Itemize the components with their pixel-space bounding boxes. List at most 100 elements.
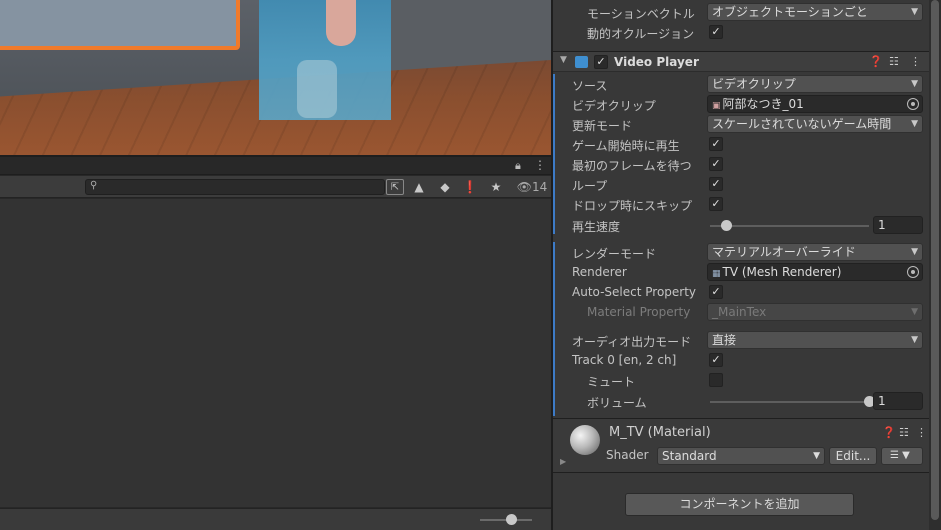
video-clip-icon: ▣ [712,101,721,111]
dynamic-occlusion-label: 動的オクルージョン [587,27,695,41]
scrollbar-thumb[interactable] [931,0,939,520]
mute-row: ミュート [553,370,929,390]
hierarchy-panel: 🔒︎ ⋮ ⚲ ⇱ ▲ ◆ ❗ ★ 👁︎14 [0,157,551,530]
volume-label: ボリューム [587,396,647,410]
motion-vector-dropdown[interactable]: オブジェクトモーションごと ▼ [707,3,923,21]
mesh-renderer-icon: ▦ [712,269,721,279]
source-row: ソース ビデオクリップ ▼ [553,74,929,94]
dynamic-occlusion-row: 動的オクルージョン ✓ [553,22,929,42]
edit-shader-button[interactable]: Edit... [829,447,877,465]
fold-triangle-icon[interactable]: ▼ [560,55,567,65]
search-input[interactable]: ⚲ [85,179,385,195]
loop-label: ループ [572,179,608,193]
chevron-down-icon: ▼ [911,119,918,129]
playback-speed-slider[interactable] [710,225,869,227]
audio-output-label: オーディオ出力モード [572,335,692,349]
audio-output-row: オーディオ出力モード 直接 ▼ [553,330,929,350]
video-clip-value: 阿部なつき_01 [722,97,804,111]
playback-speed-label: 再生速度 [572,220,621,234]
selected-tv-object[interactable] [0,0,240,50]
playback-speed-input[interactable]: 1 [873,216,923,234]
video-player-icon [575,56,588,68]
add-component-button[interactable]: コンポーネントを追加 [625,493,854,516]
dynamic-occlusion-checkbox[interactable]: ✓ [709,25,723,39]
material-property-label: Material Property [587,305,691,319]
object-picker-icon[interactable] [907,266,919,278]
motion-vector-row: モーションベクトル オブジェクトモーションごと ▼ [553,2,929,22]
source-dropdown[interactable]: ビデオクリップ ▼ [707,75,923,93]
playback-speed-row: 再生速度 1 [553,215,929,235]
shader-dropdown[interactable]: Standard ▼ [657,447,825,465]
presets-icon[interactable]: ☷ [899,426,909,439]
panel-content[interactable] [0,199,551,507]
auto-select-checkbox[interactable]: ✓ [709,285,723,299]
volume-input[interactable]: 1 [873,392,923,410]
audio-output-value: 直接 [712,333,737,347]
tag-icon[interactable]: ◆ [436,179,454,195]
panel-footer [0,508,551,530]
play-on-awake-checkbox[interactable]: ✓ [709,137,723,151]
material-property-dropdown: _MainTex ▼ [707,303,923,321]
update-mode-dropdown[interactable]: スケールされていないゲーム時間 ▼ [707,115,923,133]
shader-value: Standard [662,449,717,463]
material-property-value: _MainTex [712,305,767,319]
kebab-menu-icon[interactable]: ⋮ [910,55,921,68]
material-property-row: Material Property _MainTex ▼ [553,302,929,322]
object-picker-icon[interactable] [907,98,919,110]
loop-checkbox[interactable]: ✓ [709,177,723,191]
auto-select-row: Auto-Select Property ✓ [553,282,929,302]
scene-pick-icon[interactable]: ⇱ [386,179,404,195]
skip-on-drop-checkbox[interactable]: ✓ [709,197,723,211]
source-value: ビデオクリップ [712,77,796,91]
render-mode-dropdown[interactable]: マテリアルオーバーライド ▼ [707,243,923,261]
play-on-awake-row: ゲーム開始時に再生 ✓ [553,134,929,154]
video-clip-label: ビデオクリップ [572,99,656,113]
skip-on-drop-row: ドロップ時にスキップ ✓ [553,194,929,214]
update-mode-label: 更新モード [572,119,633,133]
mute-label: ミュート [587,375,636,389]
zoom-slider-handle[interactable] [506,514,517,525]
help-icon[interactable]: ❓ [869,55,883,68]
shader-list-button[interactable]: ☰ ▼ [881,447,923,465]
video-player-header[interactable]: ▼ ✓ Video Player ❓ ☷ ⋮ [553,51,929,72]
kebab-menu-icon[interactable]: ⋮ [916,426,927,439]
chevron-down-icon: ▼ [911,79,918,89]
track-label: Track 0 [en, 2 ch] [572,353,677,367]
renderer-label: Renderer [572,265,627,279]
loop-row: ループ ✓ [553,174,929,194]
expand-triangle-icon[interactable]: ▶ [560,457,566,466]
help-icon[interactable]: ❓ [882,426,896,439]
scene-view[interactable] [0,0,551,156]
video-clip-field[interactable]: ▣ 阿部なつき_01 [707,95,923,113]
track-checkbox[interactable]: ✓ [709,353,723,367]
update-mode-row: 更新モード スケールされていないゲーム時間 ▼ [553,114,929,134]
playback-speed-slider-handle[interactable] [720,220,732,231]
track-row: Track 0 [en, 2 ch] ✓ [553,350,929,370]
lock-icon[interactable]: 🔒︎ [515,159,521,173]
audio-output-dropdown[interactable]: 直接 ▼ [707,331,923,349]
material-title: M_TV (Material) [609,425,711,440]
kebab-menu-icon[interactable]: ⋮ [534,158,546,172]
volume-row: ボリューム 1 [553,391,929,411]
wait-first-frame-checkbox[interactable]: ✓ [709,157,723,171]
visibility-count[interactable]: 👁︎14 [512,179,552,195]
star-icon[interactable]: ★ [487,179,505,195]
video-player-title: Video Player [614,55,699,69]
filter-by-type-icon[interactable]: ▲ [410,179,428,195]
mute-checkbox[interactable] [709,373,723,387]
renderer-field[interactable]: ▦ TV (Mesh Renderer) [707,263,923,281]
source-label: ソース [572,79,608,93]
material-section: ▶ M_TV (Material) ❓ ☷ ⋮ Shader Standard … [553,418,929,473]
eye-icon: 👁︎ [516,180,532,194]
presets-icon[interactable]: ☷ [889,55,899,68]
motion-vector-value: オブジェクトモーションごと [712,5,868,19]
inspector-scrollbar[interactable] [929,0,941,530]
video-player-enabled-checkbox[interactable]: ✓ [594,55,608,69]
render-mode-row: レンダーモード マテリアルオーバーライド ▼ [553,242,929,262]
warning-icon[interactable]: ❗ [461,179,479,195]
chevron-down-icon: ▼ [911,247,918,257]
chevron-down-icon: ▼ [911,307,918,317]
chevron-down-icon: ▼ [911,335,918,345]
video-clip-row: ビデオクリップ ▣ 阿部なつき_01 [553,94,929,114]
volume-slider[interactable] [710,401,869,403]
